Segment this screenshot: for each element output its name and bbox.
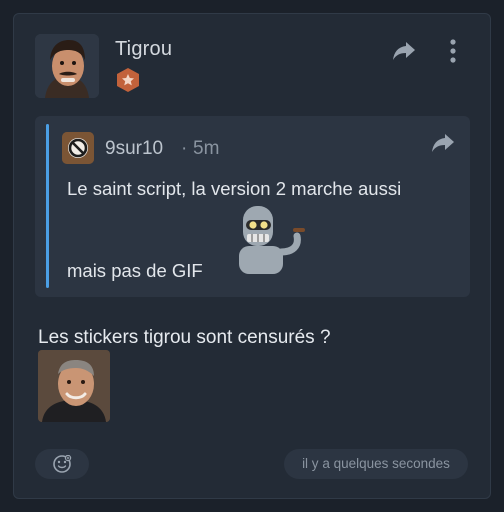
quoted-post-time: 5m (193, 138, 220, 159)
robot-sticker-image (237, 200, 309, 276)
sticker-image[interactable] (38, 350, 110, 422)
share-icon[interactable] (392, 40, 416, 62)
author-avatar[interactable] (35, 34, 99, 98)
rank-badge-icon (115, 67, 141, 93)
post-text: Les stickers tigrou sont censurés ? (38, 327, 331, 348)
quoted-author-name[interactable]: 9sur10 (105, 138, 163, 160)
quoted-post[interactable]: 9sur10 · 5m Le saint script, la version … (35, 116, 470, 297)
more-options-icon[interactable] (446, 38, 460, 64)
post-card: Tigrou 9sur10 · 5m Le saint script, la v… (13, 13, 491, 499)
quoted-text-line: mais pas de GIF (67, 260, 203, 281)
smiley-icon (53, 455, 72, 473)
quoted-author-avatar[interactable] (62, 132, 94, 164)
author-name[interactable]: Tigrou (115, 38, 172, 61)
share-icon[interactable] (431, 132, 455, 154)
quoted-text-line: Le saint script, la version 2 marche aus… (67, 178, 402, 199)
quote-accent-bar (46, 124, 49, 288)
separator-dot: · (181, 138, 188, 159)
add-reaction-button[interactable] (35, 449, 89, 479)
post-timestamp: il y a quelques secondes (284, 449, 468, 479)
